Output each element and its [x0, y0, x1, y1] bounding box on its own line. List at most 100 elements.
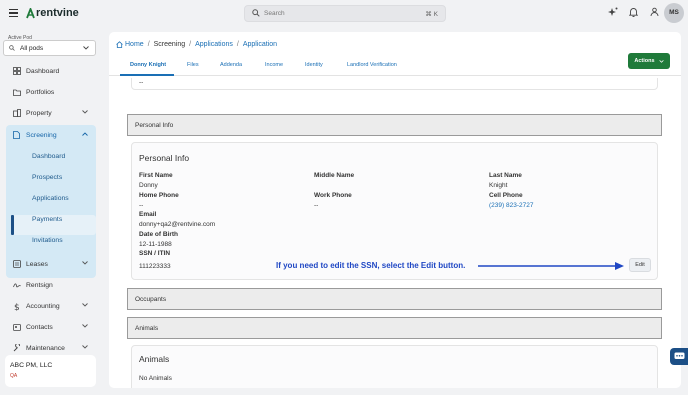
personal-info-card: Personal Info First Name Donny Middle Na… [131, 142, 658, 280]
sidebar-item-label: Contacts [26, 323, 53, 331]
actions-label: Actions [634, 58, 655, 64]
accounting-icon: $ [12, 302, 21, 311]
tab-landlord-verification[interactable]: Landlord Verification [347, 62, 397, 68]
search-icon [252, 9, 260, 17]
breadcrumb: Home / Screening / Applications / Applic… [116, 41, 277, 48]
main-panel: Home / Screening / Applications / Applic… [109, 32, 681, 388]
section-label: Occupants [135, 296, 167, 303]
company-env: QA [10, 373, 18, 379]
sidebar-item-dashboard[interactable]: Dashboard [6, 61, 96, 81]
sidebar-item-label: Rentsign [26, 281, 53, 289]
sidebar-item-label: Accounting [26, 302, 60, 310]
instruction-annotation: If you need to edit the SSN, select the … [276, 261, 466, 270]
document-icon [12, 131, 21, 140]
cell-phone-label: Cell Phone [489, 192, 523, 199]
tab-addenda[interactable]: Addenda [220, 62, 242, 68]
search-shortcut: ⌘ K [425, 11, 438, 18]
sidebar-item-rentsign[interactable]: Rentsign [6, 275, 96, 295]
last-name-value: Knight [489, 182, 508, 189]
actions-button[interactable]: Actions [628, 53, 670, 69]
logo[interactable]: rentvine [26, 7, 79, 19]
sparkle-icon[interactable] [608, 7, 618, 17]
active-indicator [11, 215, 14, 235]
search-placeholder: Search [264, 10, 285, 17]
ssn-value: 111223333 [139, 263, 171, 270]
search-icon [9, 45, 15, 51]
company-name: ABC PM, LLC [10, 362, 53, 369]
bell-icon[interactable] [629, 7, 638, 17]
tab-income[interactable]: Income [265, 62, 283, 68]
tab-files[interactable]: Files [187, 62, 199, 68]
previous-card: -- [131, 78, 658, 90]
content-scroll[interactable]: -- Personal Info Personal Info First Nam… [109, 78, 681, 388]
chevron-down-icon [82, 110, 88, 114]
work-phone-value: -- [314, 202, 319, 209]
dashboard-icon [12, 67, 21, 76]
sidebar-item-label: Leases [26, 260, 48, 268]
user-switch-icon[interactable] [650, 7, 659, 17]
middle-name-label: Middle Name [314, 172, 355, 179]
home-icon [116, 41, 123, 48]
sidebar-sub-dashboard[interactable]: Dashboard [32, 153, 65, 160]
breadcrumb-screening[interactable]: Screening [154, 41, 186, 48]
chevron-down-icon [658, 59, 664, 63]
sidebar-item-leases[interactable]: Leases [6, 254, 96, 274]
email-label: Email [139, 211, 157, 218]
company-switcher[interactable]: ABC PM, LLC QA [5, 355, 96, 387]
chevron-down-icon [82, 261, 88, 265]
sidebar-sub-applications[interactable]: Applications [32, 195, 69, 202]
sidebar-sub-payments[interactable]: Payments [32, 216, 62, 223]
sidebar-item-contacts[interactable]: Contacts [6, 317, 96, 337]
tab-donny-knight[interactable]: Donny Knight [130, 62, 166, 68]
sidebar-item-property[interactable]: Property [6, 103, 96, 123]
edit-button[interactable]: Edit [629, 258, 651, 272]
chat-icon [674, 352, 684, 359]
cell-phone-link[interactable]: (239) 823-2727 [489, 202, 533, 209]
sidebar-sub-prospects[interactable]: Prospects [32, 174, 62, 181]
section-label: Personal Info [135, 122, 174, 129]
pod-select[interactable]: All pods [3, 40, 96, 56]
first-name-label: First Name [139, 172, 173, 179]
work-phone-label: Work Phone [314, 192, 352, 199]
breadcrumb-separator: / [236, 41, 239, 48]
active-tab-indicator [120, 74, 174, 76]
last-name-label: Last Name [489, 172, 522, 179]
personal-info-section-header[interactable]: Personal Info [127, 114, 662, 136]
menu-icon[interactable] [9, 9, 18, 17]
breadcrumb-home[interactable]: Home [125, 41, 144, 48]
leases-icon [12, 260, 21, 269]
animals-section-header[interactable]: Animals [127, 317, 662, 339]
sidebar-item-label: Screening [26, 131, 57, 139]
breadcrumb-application[interactable]: Application [243, 41, 277, 48]
pod-select-value: All pods [20, 45, 44, 52]
top-bar: rentvine Search ⌘ K MS [0, 0, 688, 27]
brand-name: rentvine [36, 7, 79, 19]
chevron-down-icon [82, 345, 88, 349]
card-title: Animals [139, 354, 170, 364]
sidebar-sub-invitations[interactable]: Invitations [32, 237, 63, 244]
occupants-section-header[interactable]: Occupants [127, 288, 662, 310]
tab-bar: Donny Knight Files Addenda Income Identi… [109, 54, 681, 76]
search-input[interactable]: Search ⌘ K [244, 5, 446, 22]
breadcrumb-separator: / [189, 41, 192, 48]
section-label: Animals [135, 325, 159, 332]
contacts-icon [12, 323, 21, 332]
sidebar-item-label: Dashboard [26, 67, 60, 75]
breadcrumb-applications[interactable]: Applications [195, 41, 233, 48]
sidebar-item-portfolios[interactable]: Portfolios [6, 82, 96, 102]
chat-widget[interactable] [670, 348, 688, 365]
chevron-down-icon [82, 324, 88, 328]
chevron-up-icon [82, 132, 88, 136]
sidebar: Active Pod All pods Dashboard Portfolios… [0, 27, 102, 395]
logo-mark-icon [26, 7, 35, 18]
dob-label: Date of Birth [139, 231, 178, 238]
avatar[interactable]: MS [664, 3, 684, 23]
sidebar-item-label: Portfolios [26, 88, 55, 96]
tab-identity[interactable]: Identity [305, 62, 323, 68]
home-phone-value: -- [139, 202, 144, 209]
first-name-value: Donny [139, 182, 158, 189]
previous-value: -- [139, 79, 144, 86]
sidebar-item-accounting[interactable]: $ Accounting [6, 296, 96, 316]
building-icon [12, 109, 21, 118]
sidebar-item-screening[interactable]: Screening [6, 125, 96, 145]
